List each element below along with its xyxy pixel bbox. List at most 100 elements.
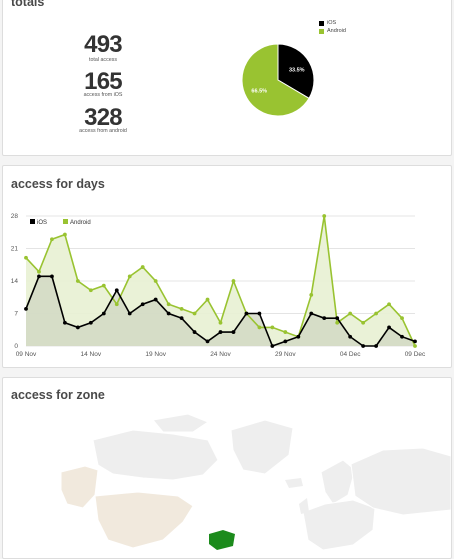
zone-panel: access for zone — [2, 377, 452, 559]
map-greenland — [230, 419, 294, 475]
map-iceland — [285, 478, 303, 488]
access-days-chart: 0 7 14 21 28 09 Nov 14 Nov 19 Nov 24 Nov 29 Nov 04… — [11, 213, 426, 358]
point-ios — [192, 330, 197, 334]
point-android — [270, 325, 275, 330]
legend-swatch-android — [63, 219, 68, 224]
point-ios — [88, 320, 93, 325]
point-android — [205, 297, 210, 302]
pie-label-ios: 33.5% — [289, 67, 305, 73]
x-tick-label: 09 Dec — [405, 351, 426, 358]
total-access-value: 493 — [84, 31, 122, 58]
point-android — [322, 214, 327, 218]
point-ios — [244, 311, 249, 316]
point-android — [179, 306, 184, 311]
point-android — [413, 344, 417, 348]
point-android — [348, 311, 353, 316]
point-ios — [270, 344, 275, 348]
point-android — [309, 293, 314, 297]
x-tick-label: 04 Dec — [340, 351, 361, 358]
point-ios — [75, 325, 80, 330]
point-android — [192, 311, 197, 316]
x-tick-label: 19 Nov — [145, 351, 166, 358]
y-tick-label: 7 — [14, 311, 18, 318]
point-android — [374, 311, 378, 316]
point-ios — [400, 334, 404, 339]
line-legend: iOS Android — [30, 219, 91, 226]
map-usa — [94, 491, 194, 549]
point-android — [63, 232, 67, 237]
map-europe — [302, 499, 376, 550]
legend-swatch-ios — [319, 20, 324, 26]
legend-label-ios: iOS — [37, 220, 47, 226]
map-scandinavia — [320, 459, 356, 505]
point-ios — [296, 334, 301, 339]
y-tick-label: 21 — [11, 246, 19, 253]
map-spain — [209, 530, 235, 550]
point-ios — [322, 316, 327, 321]
legend-swatch-android — [319, 28, 324, 34]
pie-legend: iOS Android — [319, 20, 346, 34]
point-android — [75, 279, 80, 283]
point-android — [335, 320, 340, 325]
pie-label-android: 66.5% — [251, 89, 267, 95]
point-ios — [166, 311, 171, 316]
point-android — [153, 279, 158, 283]
map-arctic-islands — [152, 413, 210, 433]
point-android — [361, 320, 366, 325]
x-tick-label: 09 Nov — [16, 351, 37, 358]
point-android — [400, 316, 404, 321]
point-android — [114, 302, 119, 307]
total-access-label: total access — [89, 57, 117, 63]
point-ios — [283, 339, 288, 344]
legend-swatch-ios — [30, 219, 35, 224]
point-android — [24, 255, 28, 260]
point-android — [101, 283, 106, 288]
y-tick-label: 0 — [14, 343, 18, 350]
point-android — [231, 279, 236, 283]
point-ios — [205, 339, 210, 344]
map-alaska — [60, 465, 99, 509]
point-android — [127, 274, 132, 279]
point-ios — [101, 311, 106, 316]
point-ios — [361, 344, 366, 348]
point-ios — [387, 325, 391, 330]
y-tick-label: 14 — [11, 278, 19, 285]
point-android — [140, 265, 145, 269]
point-ios — [257, 311, 262, 316]
x-tick-label: 14 Nov — [81, 351, 102, 358]
point-android — [283, 330, 288, 334]
point-ios — [179, 316, 184, 321]
point-android — [387, 302, 391, 307]
point-ios — [140, 302, 145, 307]
days-title: access for days — [11, 177, 105, 191]
android-access-label: access from android — [79, 128, 127, 134]
android-access-value: 328 — [84, 104, 122, 131]
world-map — [60, 413, 451, 550]
point-android — [50, 237, 54, 242]
point-ios — [335, 316, 340, 321]
point-android — [37, 269, 41, 274]
map-uk — [299, 498, 309, 514]
point-ios — [374, 344, 378, 348]
y-tick-label: 28 — [11, 213, 19, 220]
totals-panel: totals 493 total access 165 access from … — [2, 0, 452, 156]
point-ios — [24, 306, 28, 311]
point-ios — [231, 330, 236, 334]
ios-access-label: access from iOS — [83, 92, 123, 98]
map-canada — [92, 429, 219, 481]
point-android — [257, 325, 262, 330]
pie-chart: 33.5% 66.5% — [241, 43, 315, 117]
point-ios — [309, 311, 314, 316]
point-android — [166, 302, 171, 307]
x-tick-label: 29 Nov — [275, 351, 296, 358]
legend-android-label: Android — [327, 28, 346, 34]
legend-ios-label: iOS — [327, 20, 337, 26]
point-ios — [63, 320, 67, 325]
x-tick-label: 24 Nov — [210, 351, 231, 358]
point-ios — [127, 311, 132, 316]
point-ios — [37, 274, 41, 279]
point-ios — [348, 334, 353, 339]
legend-label-android: Android — [70, 220, 91, 226]
point-ios — [413, 339, 417, 344]
point-ios — [218, 330, 223, 334]
